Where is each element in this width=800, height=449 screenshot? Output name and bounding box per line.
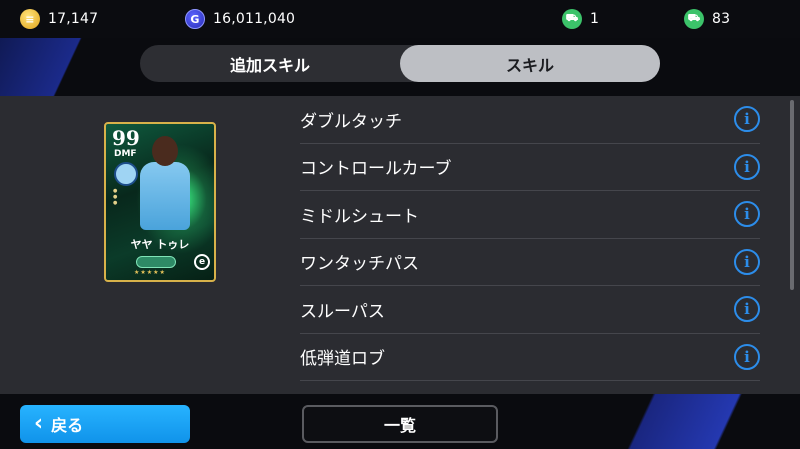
coin-icon: ≡: [20, 9, 40, 29]
list-item: ワンタッチパス i: [300, 239, 760, 286]
list-item: ミドルシュート i: [300, 191, 760, 239]
player-portrait: [136, 132, 194, 232]
skill-tabs: 追加スキル スキル: [140, 45, 660, 82]
info-icon[interactable]: i: [734, 296, 760, 322]
skill-label: ミドルシュート: [300, 206, 419, 227]
background-stripe: [540, 389, 800, 449]
background-stripe: [0, 38, 150, 98]
chevron-left-icon: ‹: [34, 411, 44, 436]
skill-label: コントロールカーブ: [300, 159, 452, 180]
player-card[interactable]: 99 DMF ● ● ● ヤヤ トゥレ ★★★★★ e: [104, 122, 216, 282]
ticket-b-value: 83: [712, 11, 731, 27]
list-item: コントロールカーブ i: [300, 144, 760, 191]
card-rating: 99: [112, 126, 140, 150]
list-item: 低弾道ロブ i: [300, 334, 760, 381]
player-body: [140, 162, 190, 230]
gp-value: 16,011,040: [213, 11, 296, 27]
list-button[interactable]: 一覧: [302, 405, 498, 443]
skill-label: ダブルタッチ: [300, 111, 402, 132]
skill-list: ダブルタッチ i コントロールカーブ i ミドルシュート i ワンタッチパス i…: [300, 96, 760, 381]
skill-label: ワンタッチパス: [300, 254, 419, 275]
gp-balance: G 16,011,040: [185, 8, 295, 30]
card-player-name: ヤヤ トゥレ: [130, 238, 190, 251]
scrollbar[interactable]: [790, 100, 794, 290]
card-level-pill: [136, 256, 176, 268]
list-label: 一覧: [383, 416, 416, 435]
player-head: [152, 136, 178, 166]
coin-balance: ≡ 17,147: [20, 8, 98, 30]
ticket-icon: ⛟: [684, 9, 704, 29]
info-icon[interactable]: i: [734, 343, 760, 370]
info-icon[interactable]: i: [734, 201, 760, 227]
skills-panel: 99 DMF ● ● ● ヤヤ トゥレ ★★★★★ e ダブルタッチ i コントロー…: [0, 96, 800, 394]
tab-additional-skills[interactable]: 追加スキル: [140, 45, 400, 82]
gp-icon: G: [185, 9, 205, 29]
info-icon[interactable]: i: [734, 106, 760, 132]
info-icon[interactable]: i: [734, 153, 760, 180]
info-icon[interactable]: i: [734, 248, 760, 275]
card-dots: ● ● ●: [113, 188, 118, 206]
efootball-logo-icon: e: [194, 254, 210, 270]
currency-bar: ≡ 17,147 G 16,011,040 ⛟ 1 ⛟ 83: [0, 0, 800, 38]
ticket-b-balance: ⛟ 83: [684, 8, 730, 30]
card-position: DMF: [114, 149, 137, 159]
back-button[interactable]: ‹ 戻る: [20, 405, 190, 443]
skill-label: スルーパス: [300, 301, 385, 322]
ticket-a-balance: ⛟ 1: [562, 8, 599, 30]
club-badge-icon: [114, 162, 138, 186]
list-item: ダブルタッチ i: [300, 96, 760, 144]
back-label: 戻る: [51, 416, 84, 435]
ticket-a-value: 1: [590, 11, 600, 27]
ticket-icon: ⛟: [562, 9, 582, 29]
coin-value: 17,147: [48, 11, 99, 27]
tab-skills[interactable]: スキル: [400, 45, 660, 82]
list-item: スルーパス i: [300, 286, 760, 334]
skill-label: 低弾道ロブ: [300, 349, 385, 370]
card-stars: ★★★★★: [134, 269, 166, 276]
